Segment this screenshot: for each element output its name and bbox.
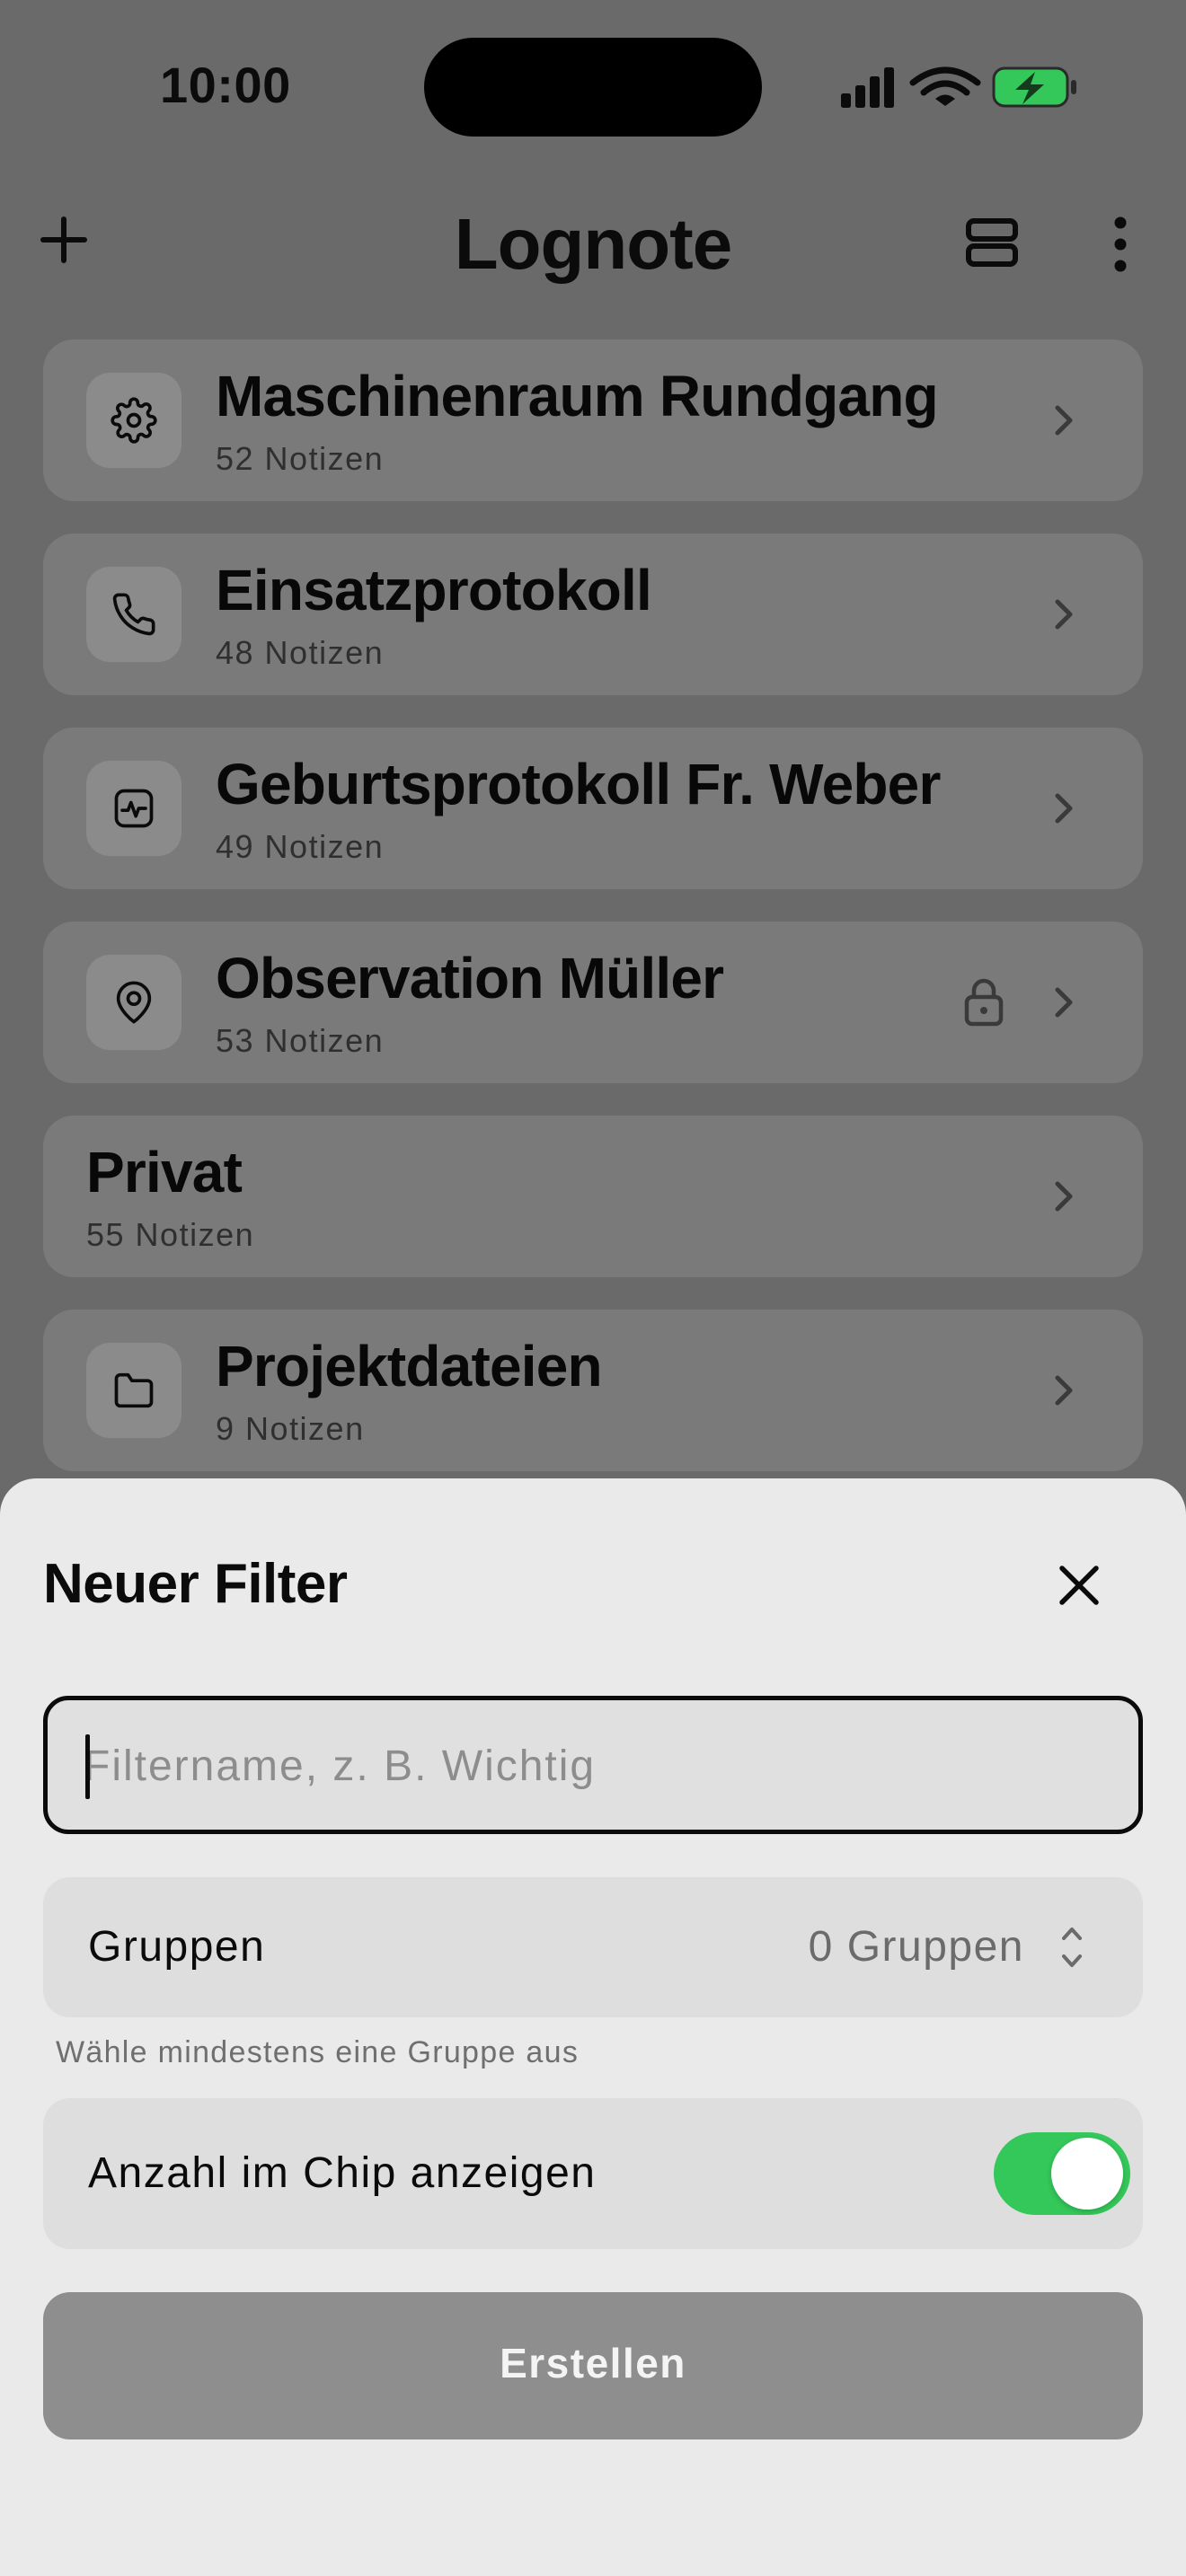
group-icon-box xyxy=(86,567,181,662)
group-count: 55 Notizen xyxy=(86,1216,255,1253)
sheet-title: Neuer Filter xyxy=(43,1553,348,1615)
close-icon[interactable] xyxy=(1055,1561,1103,1610)
group-title: Geburtsprotokoll Fr. Weber xyxy=(216,752,941,816)
text-caret xyxy=(85,1734,90,1799)
toggle-knob xyxy=(1051,2138,1123,2210)
group-row-maschinenraum[interactable]: Maschinenraum Rundgang 52 Notizen xyxy=(43,340,1143,501)
filter-name-field[interactable] xyxy=(43,1696,1143,1834)
group-title: Observation Müller xyxy=(216,946,724,1010)
group-count: 49 Notizen xyxy=(216,828,385,865)
group-icon-box xyxy=(86,1343,181,1438)
group-row-projektdateien[interactable]: Projektdateien 9 Notizen xyxy=(43,1310,1143,1471)
gear-icon xyxy=(111,397,157,444)
group-count: 48 Notizen xyxy=(216,634,385,671)
create-button[interactable]: Erstellen xyxy=(43,2292,1143,2439)
group-row-einsatzprotokoll[interactable]: Einsatzprotokoll 48 Notizen xyxy=(43,534,1143,695)
chevron-up-down-icon xyxy=(1062,1928,1082,1967)
group-count: 52 Notizen xyxy=(216,440,385,477)
app-screen: 10:00 Lognote Maschinenraum Rundgang 52 … xyxy=(0,0,1186,2576)
dynamic-island xyxy=(424,38,762,137)
groups-hint: Wähle mindestens eine Gruppe aus xyxy=(56,2035,580,2069)
group-title: Privat xyxy=(86,1140,243,1204)
layout-rows-icon[interactable] xyxy=(965,217,1019,268)
group-count: 9 Notizen xyxy=(216,1410,365,1447)
show-count-label: Anzahl im Chip anzeigen xyxy=(88,2149,597,2197)
status-time: 10:00 xyxy=(160,57,291,113)
chevron-right-icon xyxy=(1055,1181,1073,1212)
groups-value: 0 Gruppen xyxy=(808,1923,1024,1971)
chevron-right-icon xyxy=(1055,599,1073,630)
group-title: Maschinenraum Rundgang xyxy=(216,364,939,428)
activity-monitor-icon xyxy=(114,789,154,828)
signal-icon xyxy=(841,67,894,108)
more-vertical-icon[interactable] xyxy=(1107,216,1134,273)
chevron-right-icon xyxy=(1055,793,1073,824)
show-count-row: Anzahl im Chip anzeigen xyxy=(43,2098,1143,2249)
map-pin-icon xyxy=(116,981,152,1024)
group-icon-box xyxy=(86,955,181,1050)
group-row-observation[interactable]: Observation Müller 53 Notizen xyxy=(43,922,1143,1083)
chevron-right-icon xyxy=(1055,405,1073,436)
chevron-right-icon xyxy=(1055,987,1073,1018)
status-icons xyxy=(841,66,1076,108)
filter-name-input[interactable] xyxy=(82,1700,1119,1831)
folder-icon xyxy=(114,1372,154,1408)
create-button-label: Erstellen xyxy=(500,2340,686,2386)
new-filter-sheet: Neuer Filter Gruppen 0 Gruppen Wähle min… xyxy=(0,1478,1186,2576)
group-title: Projektdateien xyxy=(216,1334,603,1398)
battery-charging-icon xyxy=(992,66,1076,108)
groups-label: Gruppen xyxy=(88,1923,266,1971)
group-icon-box xyxy=(86,761,181,856)
group-count: 53 Notizen xyxy=(216,1022,385,1059)
group-row-privat[interactable]: Privat 55 Notizen xyxy=(43,1116,1143,1277)
show-count-toggle[interactable] xyxy=(994,2132,1130,2215)
group-row-geburtsprotokoll[interactable]: Geburtsprotokoll Fr. Weber 49 Notizen xyxy=(43,728,1143,889)
group-title: Einsatzprotokoll xyxy=(216,558,652,622)
chevron-right-icon xyxy=(1055,1375,1073,1406)
lock-icon xyxy=(964,978,1004,1027)
wifi-icon xyxy=(909,66,981,106)
groups-picker[interactable]: Gruppen 0 Gruppen xyxy=(43,1877,1143,2017)
phone-icon xyxy=(112,593,155,636)
group-icon-box xyxy=(86,373,181,468)
